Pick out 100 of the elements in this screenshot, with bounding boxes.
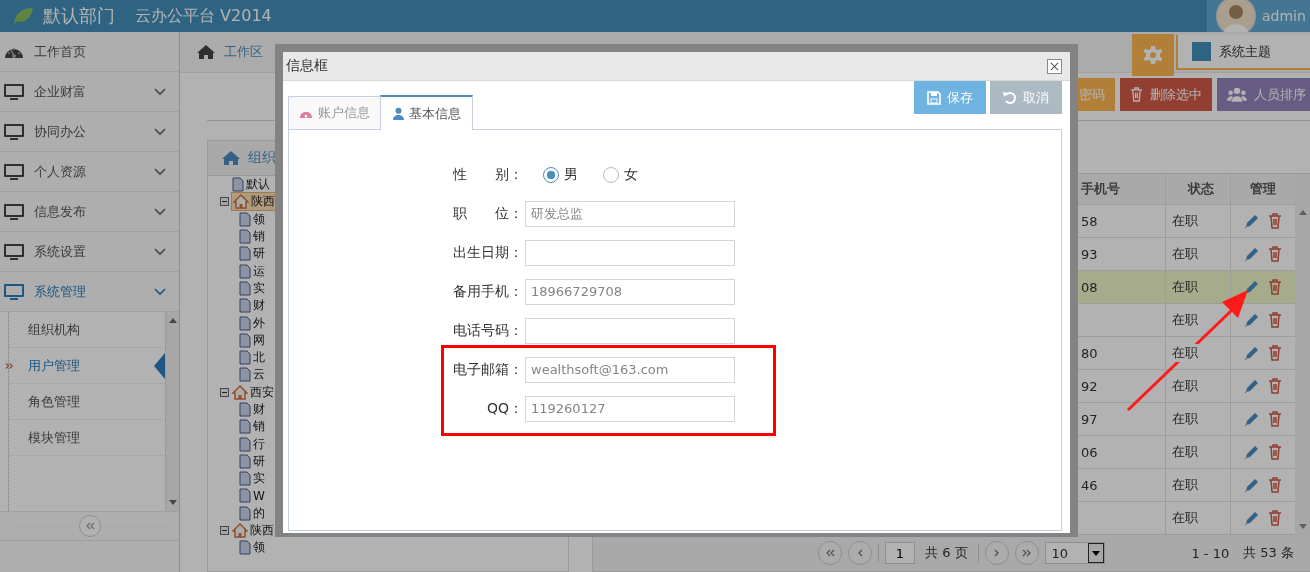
- tree-node[interactable]: W: [238, 488, 266, 504]
- tree-node[interactable]: 实: [238, 279, 266, 297]
- input-field[interactable]: [525, 317, 735, 344]
- double-chevron-left-icon: [84, 522, 95, 530]
- field-label: QQ：: [485, 399, 523, 418]
- collapse-sidebar-button[interactable]: [78, 515, 101, 537]
- tree-node[interactable]: 领: [238, 539, 266, 557]
- chevron-down-icon: [154, 167, 166, 176]
- gender-radio[interactable]: 女: [603, 165, 638, 184]
- table-cell: 46: [1081, 477, 1098, 493]
- page-size-select[interactable]: 10: [1044, 542, 1105, 564]
- tree-node[interactable]: 领: [238, 210, 266, 228]
- input-field[interactable]: 研发总监: [525, 200, 735, 227]
- input-field[interactable]: 18966729708: [525, 278, 735, 305]
- tree-node[interactable]: 研: [238, 452, 266, 470]
- theme-selector[interactable]: 系统主题: [1176, 35, 1310, 70]
- close-button[interactable]: [1047, 58, 1062, 74]
- gender-radio[interactable]: 男: [543, 165, 578, 184]
- monitor-icon: [3, 122, 25, 141]
- previous-page-button[interactable]: [848, 541, 872, 565]
- tree-node[interactable]: 研: [238, 245, 266, 263]
- file-icon: [239, 315, 251, 331]
- edit-icon[interactable]: [1244, 477, 1260, 493]
- file-icon: [239, 471, 251, 487]
- save-icon: [927, 90, 941, 105]
- edit-icon[interactable]: [1244, 378, 1260, 394]
- leaf-icon: [12, 7, 34, 25]
- sidebar-item[interactable]: 系统设置: [0, 232, 179, 272]
- trash-icon[interactable]: [1268, 312, 1282, 328]
- trash-icon[interactable]: [1268, 246, 1282, 262]
- tree-node[interactable]: 销: [238, 228, 266, 246]
- sidebar-item[interactable]: 信息发布: [0, 192, 179, 232]
- tree-node[interactable]: 北: [238, 349, 266, 367]
- tree-node[interactable]: 运: [238, 262, 266, 280]
- settings-button[interactable]: [1132, 34, 1174, 76]
- field-label: 备用手机：: [452, 282, 523, 301]
- trash-icon[interactable]: [1268, 477, 1282, 493]
- sidebar-item[interactable]: 企业财富: [0, 72, 179, 112]
- monitor-icon: [3, 242, 25, 261]
- gear-icon: [1143, 45, 1163, 65]
- sidebar-item[interactable]: 工作首页: [0, 32, 179, 72]
- edit-icon[interactable]: [1244, 279, 1260, 295]
- trash-icon[interactable]: [1268, 345, 1282, 361]
- edit-icon[interactable]: [1244, 213, 1260, 229]
- tree-node[interactable]: 外: [238, 314, 266, 332]
- sidebar-item[interactable]: 个人资源: [0, 152, 179, 192]
- table-cell: 92: [1081, 378, 1098, 394]
- last-page-button[interactable]: [1014, 541, 1039, 565]
- edit-icon[interactable]: [1244, 312, 1260, 328]
- tree-node[interactable]: 销: [238, 418, 266, 436]
- edit-icon[interactable]: [1244, 345, 1260, 361]
- tab[interactable]: 基本信息: [380, 95, 473, 130]
- toolbar-button[interactable]: 删除选中: [1120, 78, 1212, 111]
- trash-icon[interactable]: [1268, 510, 1282, 526]
- tree-node[interactable]: 行: [238, 435, 266, 453]
- file-icon: [239, 229, 251, 245]
- column-header[interactable]: 状态: [1165, 174, 1230, 204]
- tree-node[interactable]: 网: [238, 331, 266, 349]
- table-cell: 80: [1081, 345, 1098, 361]
- app-title: 云办公平台 V2014: [135, 5, 272, 27]
- scrollbar[interactable]: [1295, 174, 1310, 535]
- file-icon: [232, 177, 244, 193]
- scrollbar[interactable]: [165, 312, 179, 511]
- tree-node[interactable]: 实: [238, 470, 266, 488]
- input-field[interactable]: 119260127: [525, 395, 735, 422]
- table-cell: 在职: [1171, 476, 1199, 494]
- input-field[interactable]: wealthsoft@163.com: [525, 356, 735, 383]
- first-page-button[interactable]: [818, 541, 842, 565]
- edit-icon[interactable]: [1244, 411, 1260, 427]
- collapse-toggle-icon[interactable]: [220, 197, 229, 207]
- file-icon: [239, 350, 251, 366]
- table-cell: 在职: [1171, 377, 1199, 395]
- sidebar-item[interactable]: 协同办公: [0, 112, 179, 152]
- page-input[interactable]: 1: [885, 542, 915, 564]
- edit-icon[interactable]: [1244, 510, 1260, 526]
- next-page-button[interactable]: [984, 541, 1009, 565]
- trash-icon[interactable]: [1268, 411, 1282, 427]
- scroll-up-icon: [1298, 210, 1307, 215]
- input-field[interactable]: [525, 239, 735, 266]
- file-icon: [239, 505, 251, 521]
- trash-icon[interactable]: [1268, 213, 1282, 229]
- tree-node[interactable]: 陕西: [231, 522, 275, 540]
- edit-icon[interactable]: [1244, 246, 1260, 262]
- trash-icon[interactable]: [1268, 279, 1282, 295]
- collapse-toggle-icon[interactable]: [220, 387, 229, 397]
- tree-node[interactable]: 财: [238, 297, 266, 315]
- house-icon: [233, 194, 249, 210]
- tree-node[interactable]: 的: [238, 504, 266, 522]
- edit-icon[interactable]: [1244, 444, 1260, 460]
- tree-node[interactable]: 财: [238, 401, 266, 418]
- field-label: 电子邮箱：: [452, 360, 523, 379]
- collapse-toggle-icon[interactable]: [220, 526, 229, 536]
- tree-node[interactable]: 默认: [231, 176, 271, 194]
- panel-title: 组织: [248, 149, 276, 167]
- tree-node[interactable]: 西安: [231, 383, 275, 401]
- trash-icon[interactable]: [1268, 378, 1282, 394]
- tree-node[interactable]: 陕西: [231, 192, 277, 212]
- scroll-down-icon: [168, 500, 177, 505]
- tree-node[interactable]: 云: [238, 366, 266, 384]
- trash-icon[interactable]: [1268, 444, 1282, 460]
